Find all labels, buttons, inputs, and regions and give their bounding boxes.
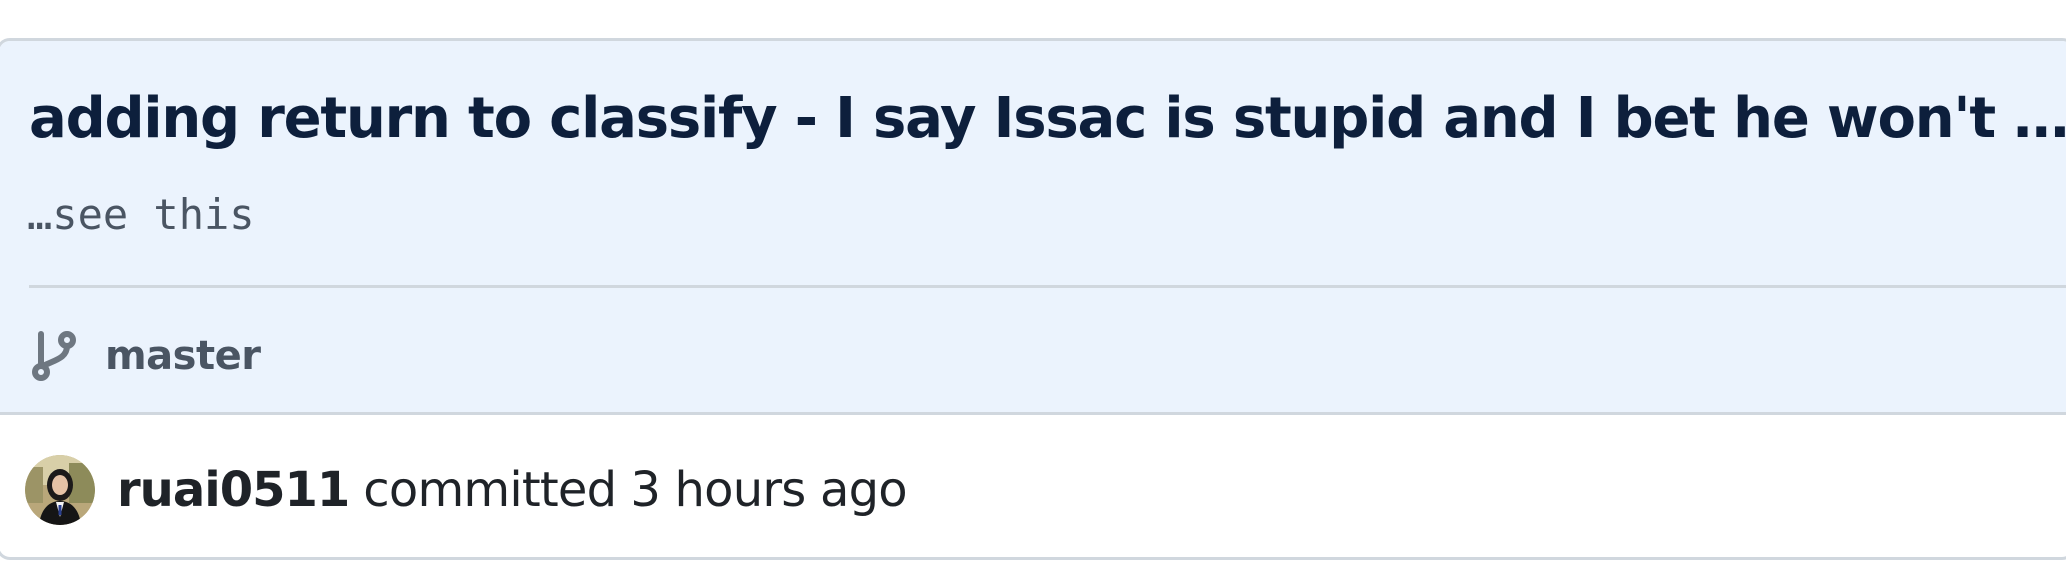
relative-time[interactable]: 3 hours ago: [630, 462, 907, 518]
commit-description: …see this: [27, 190, 255, 239]
author-link[interactable]: ruai0511: [117, 462, 350, 518]
branch-name: master: [105, 333, 261, 379]
commit-meta: ruai0511 committed 3 hours ago: [25, 455, 908, 525]
commit-title[interactable]: adding return to classify - I say Issac …: [29, 83, 2066, 155]
divider: [29, 285, 2066, 288]
branch-ref[interactable]: master: [29, 324, 261, 388]
commit-action-text: committed: [363, 462, 617, 518]
commit-card: adding return to classify - I say Issac …: [0, 38, 2066, 560]
avatar[interactable]: [25, 455, 95, 525]
commit-header: adding return to classify - I say Issac …: [0, 41, 2066, 415]
git-branch-icon: [29, 328, 81, 384]
